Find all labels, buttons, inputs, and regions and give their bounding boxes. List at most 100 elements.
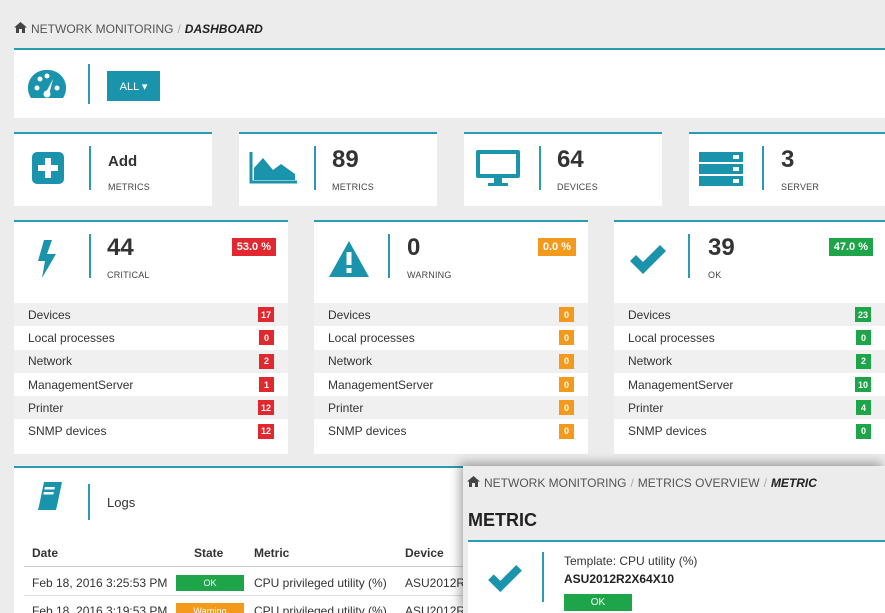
metrics-card[interactable]: 89 METRICS: [239, 132, 437, 206]
warning-card[interactable]: 0 WARNING 0.0 % Devices 0 Local processes…: [314, 220, 588, 454]
list-item[interactable]: Printer 12: [14, 396, 288, 420]
page-title: METRIC: [468, 510, 537, 530]
breadcrumb-root[interactable]: NETWORK MONITORING: [484, 476, 626, 490]
table-row[interactable]: Feb 18, 2016 3:19:53 PM Warning CPU priv…: [14, 600, 474, 613]
count-badge: 17: [257, 307, 274, 323]
state-badge: OK: [176, 575, 244, 591]
row-label: Local processes: [28, 330, 115, 345]
row-label: Printer: [328, 400, 364, 415]
list-item[interactable]: SNMP devices 12: [14, 419, 288, 442]
row-divider: [24, 595, 464, 596]
row-label: Network: [28, 354, 73, 369]
home-icon[interactable]: [467, 476, 480, 490]
column-header-metric[interactable]: Metric: [254, 546, 289, 560]
list-item[interactable]: Devices 17: [14, 303, 288, 327]
devices-count: 64: [557, 146, 584, 173]
ok-card[interactable]: 39 OK 47.0 % Devices 23 Local processes 0 …: [614, 220, 885, 454]
breadcrumb-root[interactable]: NETWORK MONITORING: [31, 22, 173, 36]
list-item[interactable]: ManagementServer 10: [614, 373, 885, 396]
card-label: CRITICAL: [107, 270, 150, 280]
row-label: Local processes: [628, 330, 715, 345]
log-date: Feb 18, 2016 3:25:53 PM: [32, 576, 168, 590]
row-label: Printer: [28, 400, 64, 415]
header-divider: [24, 566, 464, 567]
book-icon: [38, 482, 62, 515]
logs-panel: Logs Date State Metric Device Feb 18, 20…: [14, 466, 474, 613]
list-item[interactable]: Devices 0: [314, 303, 588, 327]
list-item[interactable]: Local processes 0: [614, 326, 885, 349]
divider: [314, 146, 316, 190]
template-label: Template:: [564, 554, 617, 568]
warning-breakdown: Devices 0 Local processes 0 Network 0 Manag…: [314, 303, 588, 443]
breadcrumb: NETWORK MONITORING / METRICS OVERVIEW / …: [467, 476, 817, 490]
log-metric[interactable]: CPU privileged utility (%): [254, 604, 387, 613]
list-item[interactable]: Local processes 0: [14, 326, 288, 349]
list-item[interactable]: SNMP devices 0: [314, 419, 588, 442]
log-metric[interactable]: CPU privileged utility (%): [254, 576, 387, 590]
count-badge: 4: [856, 400, 871, 416]
list-item[interactable]: SNMP devices 0: [614, 419, 885, 442]
count-badge: 2: [856, 353, 871, 369]
count-badge: 0: [559, 353, 574, 369]
list-item[interactable]: ManagementServer 1: [14, 373, 288, 396]
row-label: Devices: [28, 307, 71, 322]
devices-card[interactable]: 64 DEVICES: [464, 132, 662, 206]
log-device[interactable]: ASU2012R: [405, 576, 465, 590]
list-item[interactable]: Network 0: [314, 349, 588, 373]
template-value: CPU utility (%): [619, 554, 698, 568]
state-badge: Warning: [176, 603, 244, 613]
metric-overlay-window: NETWORK MONITORING / METRICS OVERVIEW / …: [463, 466, 885, 613]
count-badge: 0: [559, 307, 574, 323]
breadcrumb-mid[interactable]: METRICS OVERVIEW: [638, 476, 760, 490]
plus-square-icon[interactable]: [32, 152, 64, 189]
list-item[interactable]: Printer 0: [314, 396, 588, 420]
metric-card: Template: CPU utility (%) ASU2012R2X64X1…: [468, 540, 885, 613]
count-badge: 0: [856, 423, 871, 439]
critical-card[interactable]: 44 CRITICAL 53.0 % Devices 17 Local proce…: [14, 220, 288, 454]
list-item[interactable]: Local processes 0: [314, 326, 588, 349]
ok-count: 39: [708, 234, 735, 261]
list-item[interactable]: Printer 4: [614, 396, 885, 420]
list-item[interactable]: Network 2: [14, 349, 288, 373]
divider: [88, 484, 90, 520]
template-line: Template: CPU utility (%): [564, 554, 697, 568]
divider: [539, 146, 541, 190]
breadcrumb-separator: /: [177, 22, 181, 36]
divider: [688, 234, 690, 278]
server-card[interactable]: 3 SERVER: [689, 132, 885, 206]
column-header-device[interactable]: Device: [405, 546, 444, 560]
home-icon[interactable]: [14, 22, 27, 36]
breadcrumb-current: DASHBOARD: [184, 22, 263, 36]
card-label: METRICS: [332, 182, 374, 192]
card-label: DEVICES: [557, 182, 598, 192]
card-label: SERVER: [781, 182, 820, 192]
divider: [388, 234, 390, 278]
list-item[interactable]: Devices 23: [614, 303, 885, 327]
table-row[interactable]: Feb 18, 2016 3:25:53 PM OK CPU privilege…: [14, 572, 474, 594]
monitor-icon: [474, 148, 522, 193]
row-label: ManagementServer: [628, 377, 734, 392]
column-header-state[interactable]: State: [194, 546, 223, 560]
area-chart-icon: [249, 150, 299, 189]
count-badge: 0: [559, 377, 574, 393]
add-metrics-card[interactable]: Add METRICS: [14, 132, 212, 206]
add-title[interactable]: Add: [108, 153, 137, 170]
check-icon: [628, 244, 668, 281]
card-label: METRICS: [108, 182, 150, 192]
filter-dropdown-button[interactable]: ALL ▾: [107, 71, 160, 101]
row-label: Devices: [328, 307, 371, 322]
ok-breakdown: Devices 23 Local processes 0 Network 2 Mana…: [614, 303, 885, 443]
row-label: Network: [328, 354, 373, 369]
list-item[interactable]: ManagementServer 0: [314, 373, 588, 396]
column-header-date[interactable]: Date: [32, 546, 58, 560]
list-item[interactable]: Network 2: [614, 349, 885, 373]
count-badge: 0: [259, 330, 274, 346]
row-label: ManagementServer: [28, 377, 134, 392]
count-badge: 12: [257, 423, 274, 439]
count-badge: 10: [854, 377, 871, 393]
row-label: ManagementServer: [328, 377, 434, 392]
count-badge: 0: [856, 330, 871, 346]
row-label: Devices: [628, 307, 671, 322]
row-label: SNMP devices: [628, 424, 707, 439]
log-device[interactable]: ASU2012R: [405, 604, 465, 613]
